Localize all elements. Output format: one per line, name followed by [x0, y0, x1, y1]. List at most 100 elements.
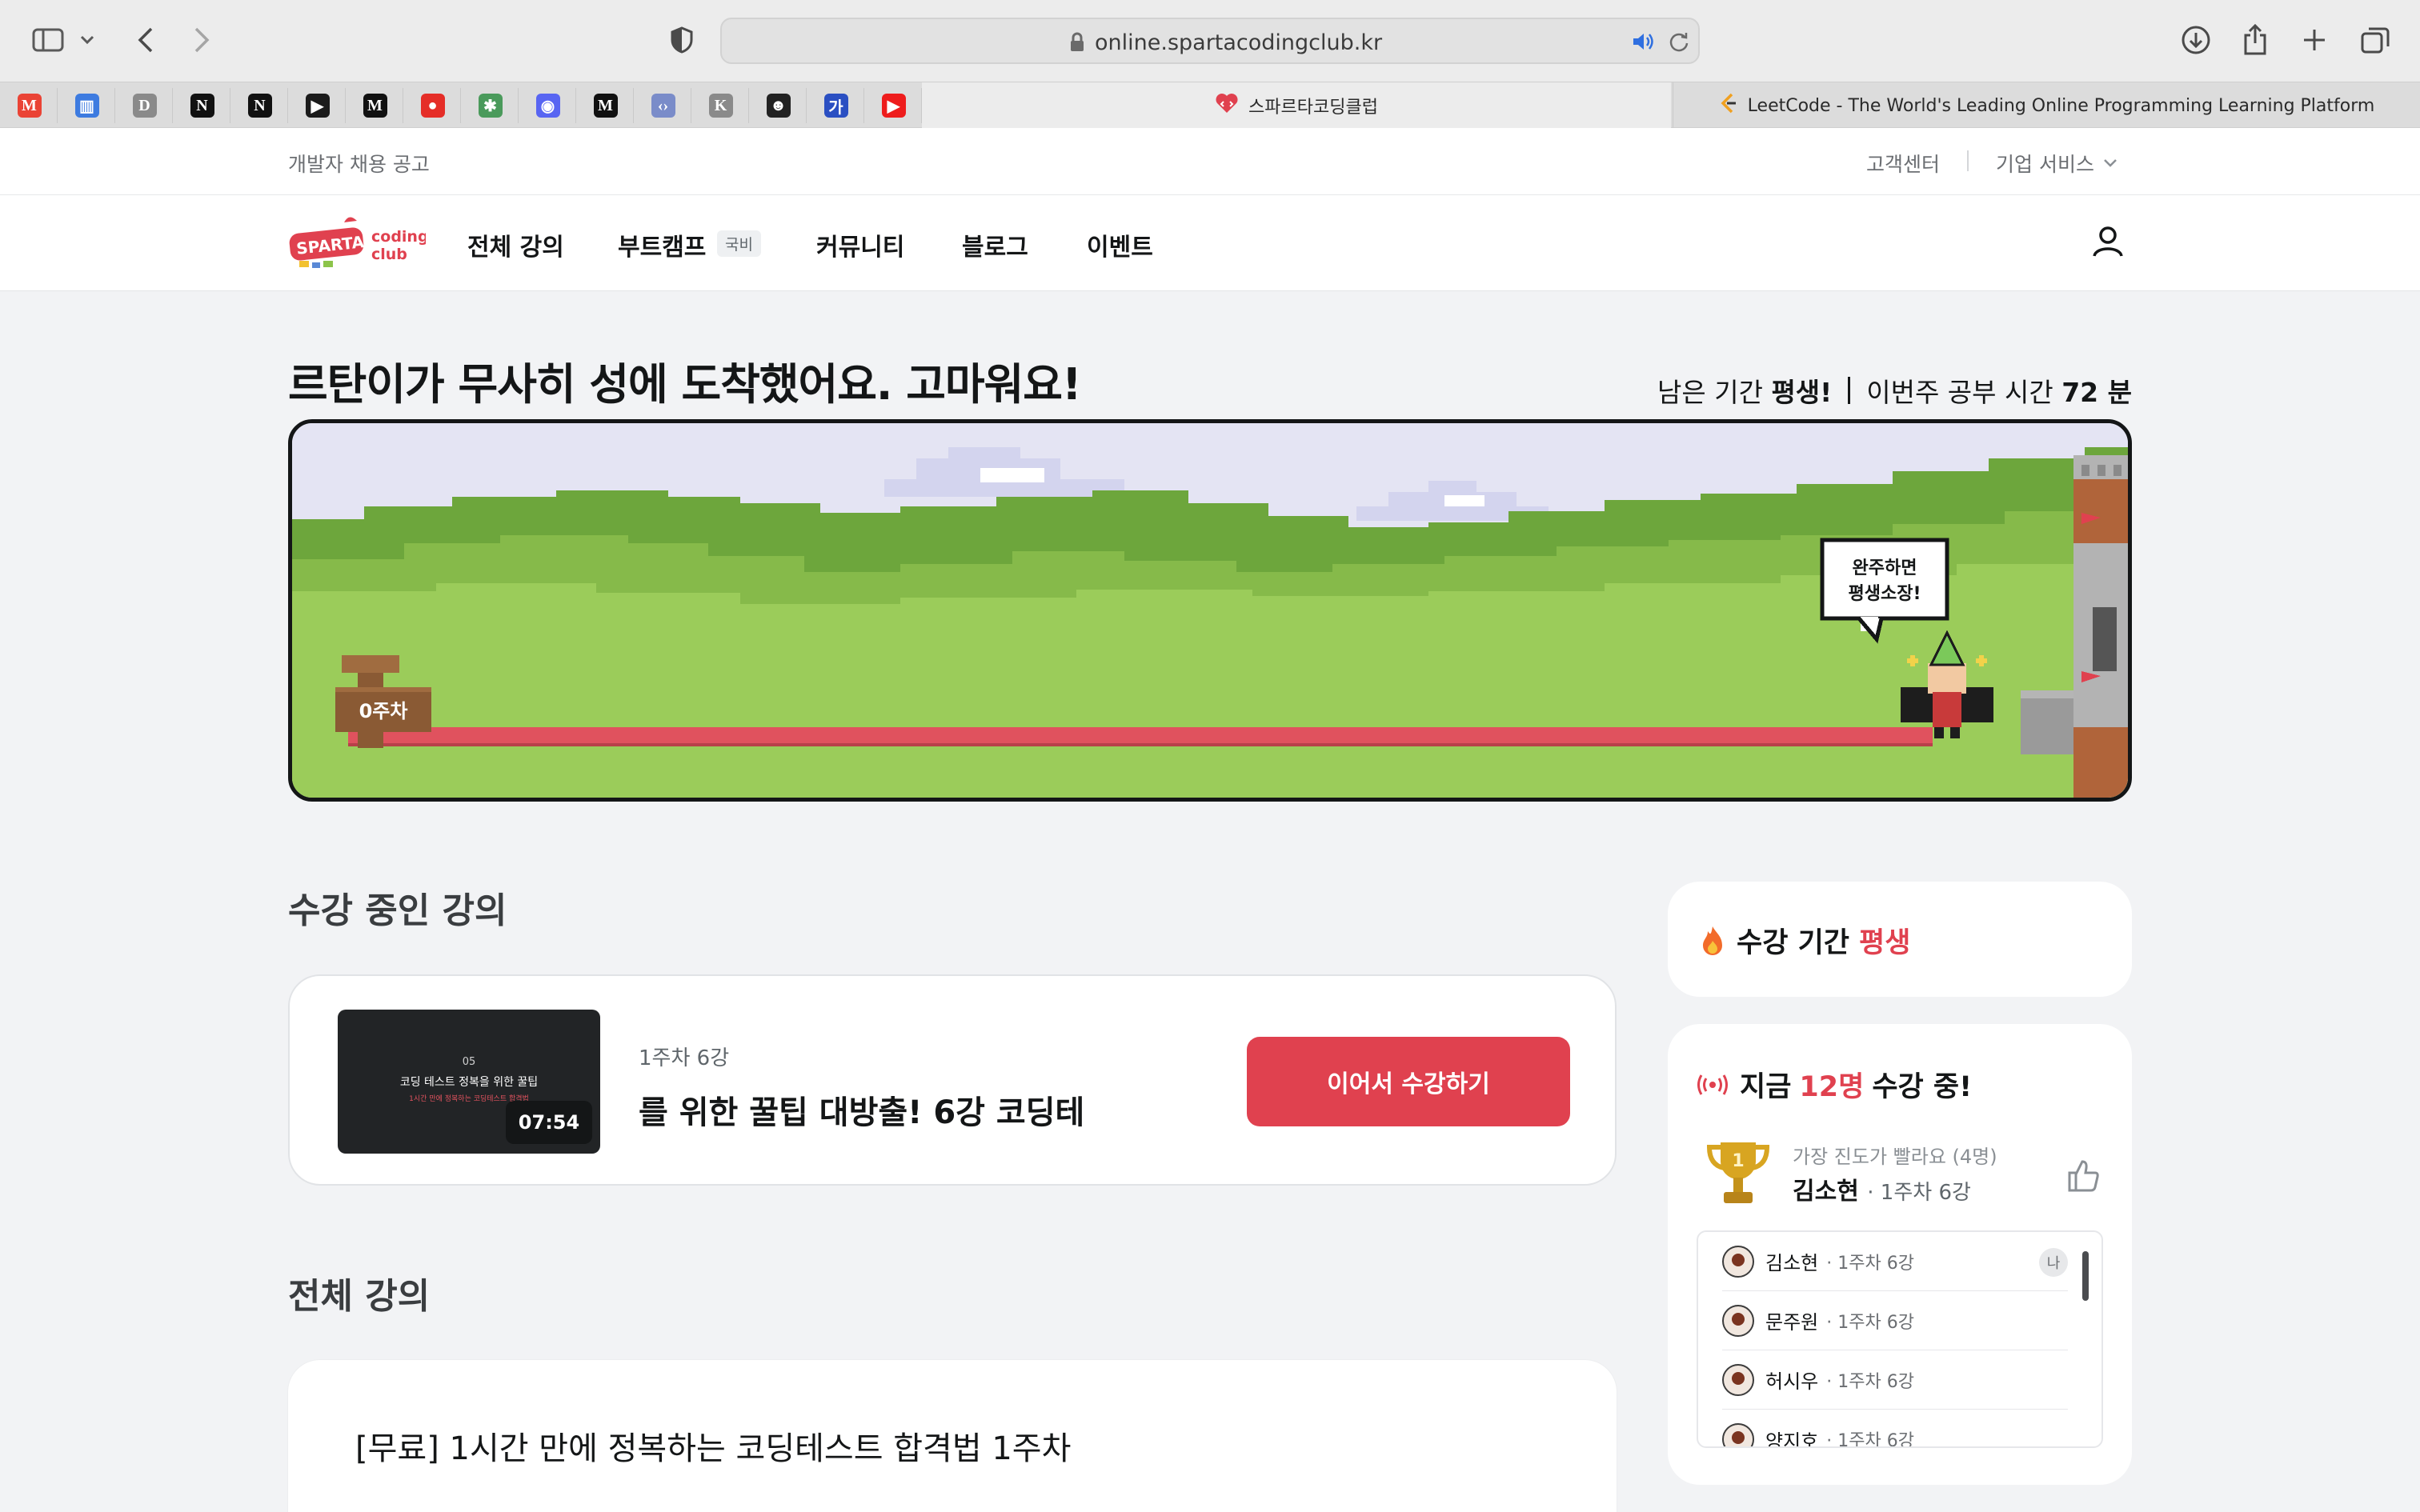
fastest-caption: 가장 진도가 빨라요 (4명): [1793, 1146, 1997, 1168]
tab-spartacodingclub[interactable]: 스파르타코딩클럽: [922, 82, 1671, 129]
business-label: 기업 서비스: [1996, 153, 2094, 176]
tab-title: LeetCode - The World's Leading Online Pr…: [1747, 95, 2375, 116]
pinned-tab[interactable]: 가: [808, 88, 864, 123]
learner-week: · 1주차 6강: [1826, 1371, 1914, 1392]
current-course-card: 05 코딩 테스트 정복을 위한 꿀팁 1시간 만에 정복하는 코딩테스트 합격…: [288, 974, 1617, 1186]
scrollbar[interactable]: [2082, 1251, 2089, 1301]
pinned-tab[interactable]: ✱: [463, 88, 519, 123]
remaining-value: 평생!: [1771, 377, 1833, 408]
user-icon[interactable]: [2090, 224, 2126, 262]
video-duration: 07:54: [506, 1101, 592, 1144]
pinned-tab[interactable]: ▥: [59, 88, 115, 123]
pinned-tab[interactable]: ●: [405, 88, 461, 123]
youtube-music-icon: ●: [420, 94, 445, 118]
tab-leetcode[interactable]: LeetCode - The World's Leading Online Pr…: [1673, 82, 2420, 129]
notion-icon: N: [247, 94, 272, 118]
browser-toolbar: online.spartacodingclub.kr: [0, 0, 2420, 82]
reload-icon[interactable]: [1668, 30, 1690, 56]
tab-overview-icon[interactable]: [2356, 21, 2394, 59]
speaker-icon[interactable]: [1631, 30, 1655, 56]
leetcode-icon: [1719, 92, 1738, 119]
logo-word-coding: coding: [371, 228, 426, 246]
d-app-icon: D: [132, 94, 157, 118]
downloads-icon[interactable]: [2177, 21, 2215, 59]
pinned-tab[interactable]: N: [232, 88, 288, 123]
pinned-tab[interactable]: ▶: [290, 88, 346, 123]
fastest-learner: 1 가장 진도가 빨라요 (4명) 김소현 · 1주차 6강: [1705, 1138, 2105, 1211]
nav-community[interactable]: 커뮤니티: [816, 227, 904, 262]
course-card[interactable]: [무료] 1시간 만에 정복하는 코딩테스트 합격법 1주차: [288, 1360, 1617, 1512]
avatar: [1722, 1245, 1754, 1278]
tab-title: 스파르타코딩클럽: [1248, 98, 1378, 118]
thumbs-up-icon[interactable]: [2065, 1157, 2101, 1197]
period-value: 평생: [1859, 927, 1911, 959]
pinned-tab[interactable]: D: [117, 88, 173, 123]
nav-all-courses[interactable]: 전체 강의: [467, 227, 564, 262]
gmail-icon: M: [17, 94, 42, 118]
study-stats: 남은 기간 평생! 이번주 공부 시간 72 분: [1657, 371, 2132, 410]
share-icon[interactable]: [2236, 21, 2274, 59]
me-badge: 나: [2039, 1248, 2068, 1277]
medium-icon: M: [363, 94, 387, 118]
code-icon: ‹›: [651, 94, 675, 118]
sparta-logo[interactable]: SPARTA coding club: [288, 213, 429, 274]
new-tab-icon[interactable]: [2295, 21, 2334, 59]
customer-center-link[interactable]: 고객센터: [1866, 149, 1940, 178]
remaining-label: 남은 기간: [1657, 377, 1763, 408]
pinned-tab[interactable]: M: [2, 88, 58, 123]
pinned-tab[interactable]: ◉: [520, 88, 576, 123]
enrollment-period-card: 수강 기간 평생: [1668, 882, 2132, 997]
nav-bootcamp[interactable]: 부트캠프: [618, 227, 706, 262]
sidebar-toggle-icon[interactable]: [29, 21, 67, 59]
forward-icon[interactable]: [182, 21, 221, 59]
business-menu[interactable]: 기업 서비스: [1996, 149, 2118, 178]
pinned-tab[interactable]: M: [578, 88, 634, 123]
list-item: 문주원 · 1주차 6강: [1722, 1291, 2068, 1350]
main-navigation: SPARTA coding club 전체 강의 부트캠프 국비 커뮤니티 블로…: [0, 195, 2420, 291]
nav-event[interactable]: 이벤트: [1087, 227, 1153, 262]
svg-text:1: 1: [1732, 1151, 1744, 1171]
learners-list[interactable]: 김소현 · 1주차 6강 나 문주원 · 1주차 6강 허시우 · 1주차 6강…: [1697, 1230, 2103, 1448]
youtube-icon: ▶: [881, 94, 906, 118]
enrollment-period: 수강 기간 평생: [1698, 920, 1910, 961]
continue-learning-button[interactable]: 이어서 수강하기: [1247, 1037, 1570, 1126]
notion-icon: N: [190, 94, 214, 118]
k-app-icon: K: [708, 94, 733, 118]
pinned-tab[interactable]: N: [174, 88, 230, 123]
slack-icon: ✱: [478, 94, 503, 118]
course-title: [무료] 1시간 만에 정복하는 코딩테스트 합격법 1주차: [355, 1430, 1072, 1467]
period-label: 수강 기간: [1737, 927, 1849, 959]
live-count: 12명: [1799, 1071, 1865, 1103]
nav-blog[interactable]: 블로그: [962, 227, 1028, 262]
live-learners-heading: 지금 12명 수강 중!: [1697, 1064, 1972, 1105]
live-suffix: 수강 중!: [1872, 1071, 1973, 1103]
recruit-link[interactable]: 개발자 채용 공고: [288, 149, 430, 178]
tab-bar: M ▥ D N N ▶ M ● ✱ ◉ M ‹› K ☻ 가 ▶ 스파르타코딩클럽 LeetCode - Th…: [0, 82, 2420, 129]
sparta-heart-icon: [1215, 92, 1239, 119]
pinned-tab[interactable]: K: [693, 88, 749, 123]
privacy-shield-icon[interactable]: [663, 21, 701, 59]
back-icon[interactable]: [126, 21, 165, 59]
list-item: 양지호 · 1주차 6강: [1722, 1410, 2068, 1448]
study-time-label: 이번주 공부 시간: [1866, 377, 2053, 408]
speech-line-1: 완주하면: [1853, 558, 1917, 578]
trophy-icon: 1: [1706, 1142, 1770, 1203]
divider: [1848, 377, 1851, 404]
pinned-tab[interactable]: ☻: [751, 88, 807, 123]
lock-icon: [1069, 32, 1085, 56]
pinned-tab[interactable]: ‹›: [635, 88, 691, 123]
discord-icon: ◉: [535, 94, 560, 118]
all-courses-title: 전체 강의: [288, 1276, 431, 1317]
avatar-app-icon: ☻: [766, 94, 791, 118]
lesson-thumbnail[interactable]: 05 코딩 테스트 정복을 위한 꿀팁 1시간 만에 정복하는 코딩테스트 합격…: [338, 1010, 600, 1154]
avatar: [1722, 1423, 1754, 1446]
learner-name: 양지호: [1765, 1430, 1819, 1448]
app-icon: ▶: [305, 94, 330, 118]
url-text: online.spartacodingclub.kr: [1095, 30, 1383, 55]
chevron-down-icon[interactable]: [74, 21, 101, 59]
pinned-tab[interactable]: M: [347, 88, 403, 123]
fastest-week: · 1주차 6강: [1867, 1181, 1971, 1205]
live-learners-card: 지금 12명 수강 중! 1 가장 진도가 빨라요 (4명) 김소현 · 1주차…: [1668, 1024, 2132, 1485]
address-bar[interactable]: online.spartacodingclub.kr: [720, 18, 1700, 64]
pinned-tab[interactable]: ▶: [866, 88, 922, 123]
